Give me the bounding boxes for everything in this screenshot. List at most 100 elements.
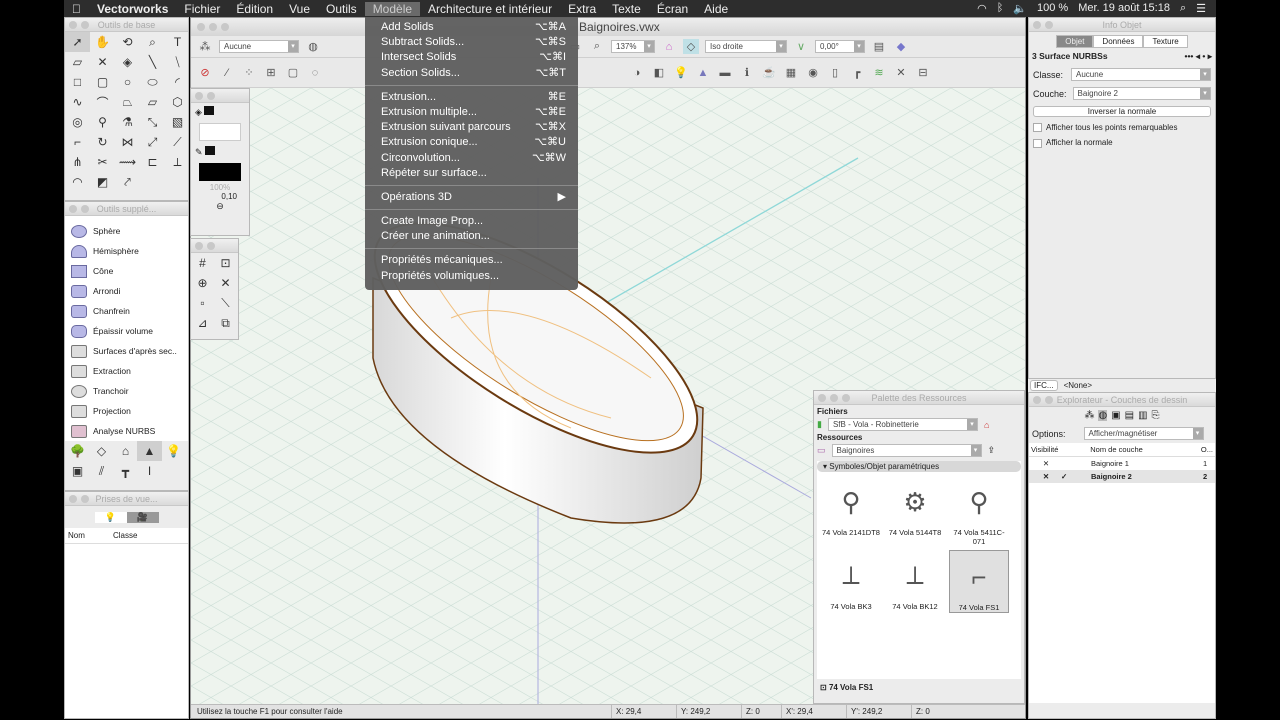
spiral-tool[interactable]: ◎ xyxy=(65,112,90,132)
menu-item-3d-operations[interactable]: Opérations 3D ▶ xyxy=(365,190,578,205)
layers-tab-icon[interactable]: ◍ xyxy=(1098,410,1108,421)
rectangle-tool[interactable]: □ xyxy=(65,72,90,92)
grid-icon[interactable]: ▦ xyxy=(783,65,799,80)
pipe-tools-icon[interactable]: ┳ xyxy=(113,461,138,481)
angle-field[interactable]: 0,00° xyxy=(815,40,865,53)
battery-status[interactable]: 100 % xyxy=(1037,2,1068,15)
flyover-tool[interactable]: ⟲ xyxy=(115,32,140,52)
clock[interactable]: Mer. 19 août 15:18 xyxy=(1078,2,1170,15)
layer-view-icon[interactable]: ◧ xyxy=(651,65,667,80)
menu-extra[interactable]: Extra xyxy=(560,2,604,16)
zoom-select[interactable]: 137% xyxy=(611,40,655,53)
menu-item-mechanical-properties[interactable]: Propriétés mécaniques... xyxy=(365,253,578,268)
show-points-checkbox[interactable] xyxy=(1033,123,1042,133)
site-tools-icon[interactable]: 🌳 xyxy=(65,441,90,461)
quarter-arc-tool[interactable]: ◜ xyxy=(165,72,190,92)
snap-tangent-tool[interactable]: ⟍ xyxy=(214,293,237,313)
arc-tool[interactable]: ◠ xyxy=(65,172,90,192)
pan-tool[interactable]: ✋ xyxy=(90,32,115,52)
split-tool[interactable]: ⤢ xyxy=(140,132,165,152)
resource-item[interactable]: ⚙ 74 Vola 5144T8 xyxy=(885,476,945,546)
tab-texture[interactable]: Texture xyxy=(1143,35,1188,48)
tool-hemisphere[interactable]: Hémisphère xyxy=(65,241,188,261)
stack-icon[interactable]: ≋ xyxy=(871,65,887,80)
tool-fillet-edge[interactable]: Arrondi xyxy=(65,281,188,301)
opacity-value[interactable]: 100% xyxy=(191,183,249,192)
viewports-tab-icon[interactable]: ▤ xyxy=(1125,410,1134,421)
polyline-tool[interactable]: ⌒ xyxy=(90,92,115,112)
shade-icon[interactable]: ◆ xyxy=(893,39,909,54)
snap-grid-tool[interactable]: # xyxy=(191,253,214,273)
measure-tool[interactable]: ⟂ xyxy=(165,152,190,172)
connect-tool[interactable]: ⋔ xyxy=(65,152,90,172)
menu-modele[interactable]: Modèle xyxy=(364,1,421,16)
col-visibility[interactable]: Visibilité xyxy=(1031,445,1090,454)
building-tools-icon[interactable]: ⌂ xyxy=(113,441,138,461)
tab-objet[interactable]: Objet xyxy=(1056,35,1094,48)
menu-item-path-extrusion[interactable]: Extrusion suivant parcours ⌥⌘X xyxy=(365,120,578,135)
snap-object-tool[interactable]: ⊡ xyxy=(214,253,237,273)
menu-ecran[interactable]: Écran xyxy=(649,2,696,16)
menu-item-intersect-solids[interactable]: Intersect Solids ⌥⌘I xyxy=(365,50,578,65)
snap-angle-tool[interactable]: ⊕ xyxy=(191,273,214,293)
snap-intersection-tool[interactable]: ✕ xyxy=(214,273,237,293)
import-icon[interactable]: ⇪ xyxy=(988,445,996,456)
furniture-tools-icon[interactable]: ▣ xyxy=(65,461,90,481)
menu-edition[interactable]: Édition xyxy=(228,2,281,16)
hatch-tool[interactable]: ▧ xyxy=(165,112,190,132)
offset-tool[interactable]: ⟿ xyxy=(115,152,140,172)
zoom-icon[interactable]: ⌕ xyxy=(589,39,605,54)
tool-extract[interactable]: Extraction xyxy=(65,361,188,381)
snap-distance-tool[interactable]: ▫ xyxy=(191,293,214,313)
col-layer-name[interactable]: Nom de couche xyxy=(1090,445,1201,454)
menu-aide[interactable]: Aide xyxy=(696,2,736,16)
layer-icon[interactable]: ◍ xyxy=(305,39,321,54)
light-view-tab[interactable]: 💡 xyxy=(94,511,127,523)
corner-icon[interactable]: ┏ xyxy=(849,65,865,80)
col-name[interactable]: Nom xyxy=(68,531,113,540)
views-tab-icon[interactable]: ▥ xyxy=(1138,410,1147,421)
layer-row[interactable]: ✕ Baignoire 11 xyxy=(1029,457,1215,470)
resource-item[interactable]: ⟂ 74 Vola BK3 xyxy=(821,550,881,613)
fill-row[interactable]: ◈ xyxy=(191,103,249,121)
tool-x-icon[interactable]: ✕ xyxy=(893,65,909,80)
home-icon[interactable]: ⌂ xyxy=(984,420,989,430)
menu-item-add-solids[interactable]: Add Solids ⌥⌘A xyxy=(365,20,578,35)
show-normal-checkbox[interactable] xyxy=(1033,138,1042,148)
wall-icon[interactable]: ▬ xyxy=(717,65,733,80)
eye-icon[interactable]: ◉ xyxy=(805,65,821,80)
selection-tool[interactable]: ➚ xyxy=(65,32,90,52)
snap-line-icon[interactable]: ⁄ xyxy=(219,65,235,80)
info-icon[interactable]: ℹ xyxy=(739,65,755,80)
class-select[interactable]: Aucune xyxy=(1071,68,1211,81)
reshape-tool[interactable]: ⤡ xyxy=(140,112,165,132)
invert-normal-button[interactable]: Inverser la normale xyxy=(1033,106,1211,117)
tool-chamfer[interactable]: Chanfrein xyxy=(65,301,188,321)
3d-locus-tool[interactable]: ◈ xyxy=(115,52,140,72)
resource-item-selected[interactable]: ⌐ 74 Vola FS1 xyxy=(949,550,1009,613)
classes-tab-icon[interactable]: ⁂ xyxy=(1084,410,1094,421)
trim-tool[interactable]: ⟋ xyxy=(165,132,190,152)
menu-outils[interactable]: Outils xyxy=(318,2,365,16)
menu-architecture[interactable]: Architecture et intérieur xyxy=(420,2,560,16)
terrain-icon[interactable]: ▲ xyxy=(695,65,711,80)
section-icon[interactable]: ⊟ xyxy=(915,65,931,80)
freehand-tool[interactable]: ∿ xyxy=(65,92,90,112)
menu-item-repeat-on-surface[interactable]: Répéter sur surface... xyxy=(365,166,578,181)
ifc-button[interactable]: IFC... xyxy=(1030,380,1058,391)
line-weight[interactable]: 0,10 xyxy=(191,192,249,201)
lasso-icon[interactable]: ◌ xyxy=(307,65,323,80)
folder-select[interactable]: Baignoires xyxy=(831,444,982,457)
view-select[interactable]: Iso droite xyxy=(705,40,787,53)
polygon-tool[interactable]: ⏢ xyxy=(115,92,140,112)
menu-item-create-image-prop[interactable]: Create Image Prop... xyxy=(365,214,578,229)
sheets-tab-icon[interactable]: ▣ xyxy=(1111,410,1120,421)
render-icon[interactable]: ◇ xyxy=(683,39,699,54)
class-icon[interactable]: ⁂ xyxy=(197,39,213,54)
wifi-icon[interactable]: ◠ xyxy=(977,2,987,15)
circle-tool[interactable]: ○ xyxy=(115,72,140,92)
file-select[interactable]: SfB - Vola - Robinetterie xyxy=(827,418,978,431)
line-style-icon[interactable]: ⊖ xyxy=(191,201,249,212)
snap-off-icon[interactable]: ⊘ xyxy=(197,65,213,80)
nav-buttons[interactable]: ••• ◂ • ▸ xyxy=(1184,51,1212,62)
